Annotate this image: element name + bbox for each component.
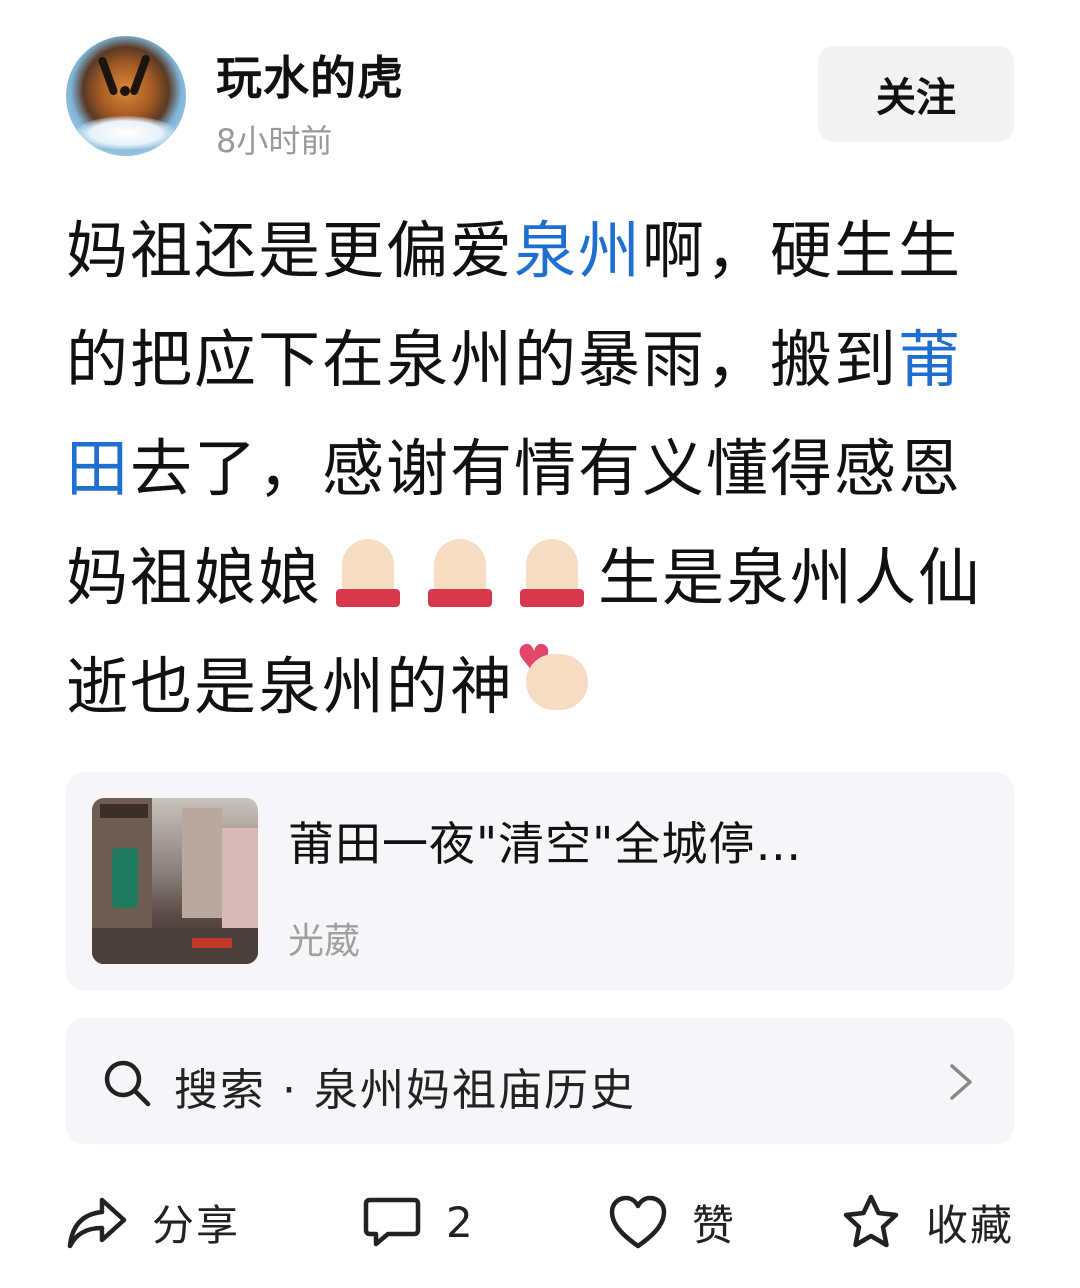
favorite-label: 收藏	[926, 1200, 1015, 1250]
chevron-right-icon	[950, 1064, 972, 1100]
share-button[interactable]: 分享	[66, 1182, 240, 1262]
like-label: 赞	[692, 1200, 737, 1250]
link-card-source: 光葳	[288, 921, 361, 962]
link-card-thumbnail	[92, 798, 258, 964]
post-body: 妈祖还是更偏爱泉州啊，硬生生的把应下在泉州的暴雨，搬到莆田去了，感谢有情有义懂得…	[66, 196, 1014, 741]
favorite-button[interactable]: 收藏	[840, 1182, 1014, 1262]
share-icon	[67, 1197, 127, 1249]
like-button[interactable]: 赞	[608, 1182, 736, 1262]
pray-emoji	[414, 539, 506, 609]
related-search[interactable]: 搜索 · 泉州妈祖庙历史	[66, 1018, 1014, 1144]
pray-emoji	[506, 539, 598, 609]
comment-count: 2	[446, 1197, 475, 1247]
post-timestamp: 8小时前	[216, 122, 333, 160]
link-card[interactable]: 莆田一夜"清空"全城停… 光葳	[66, 772, 1014, 990]
post-header: 玩水的虎 8小时前 关注	[66, 34, 1014, 160]
author-name[interactable]: 玩水的虎	[216, 42, 404, 108]
search-icon	[104, 1060, 151, 1107]
link-card-title: 莆田一夜"清空"全城停…	[288, 817, 803, 871]
comment-icon	[363, 1197, 421, 1247]
avatar[interactable]	[66, 36, 186, 156]
comment-button[interactable]: 2	[362, 1182, 475, 1262]
share-label: 分享	[152, 1200, 241, 1250]
topic-link-quanzhou[interactable]: 泉州	[514, 214, 642, 287]
pray-emoji	[322, 539, 414, 609]
action-bar: 分享 2 赞 收藏	[66, 1182, 1066, 1262]
follow-button[interactable]: 关注	[818, 46, 1014, 142]
finger-heart-emoji	[514, 606, 594, 718]
post-text: 妈祖还是更偏爱	[66, 214, 515, 287]
heart-icon	[609, 1195, 667, 1249]
related-search-label: 搜索 · 泉州妈祖庙历史	[174, 1065, 636, 1116]
star-icon	[843, 1194, 899, 1248]
